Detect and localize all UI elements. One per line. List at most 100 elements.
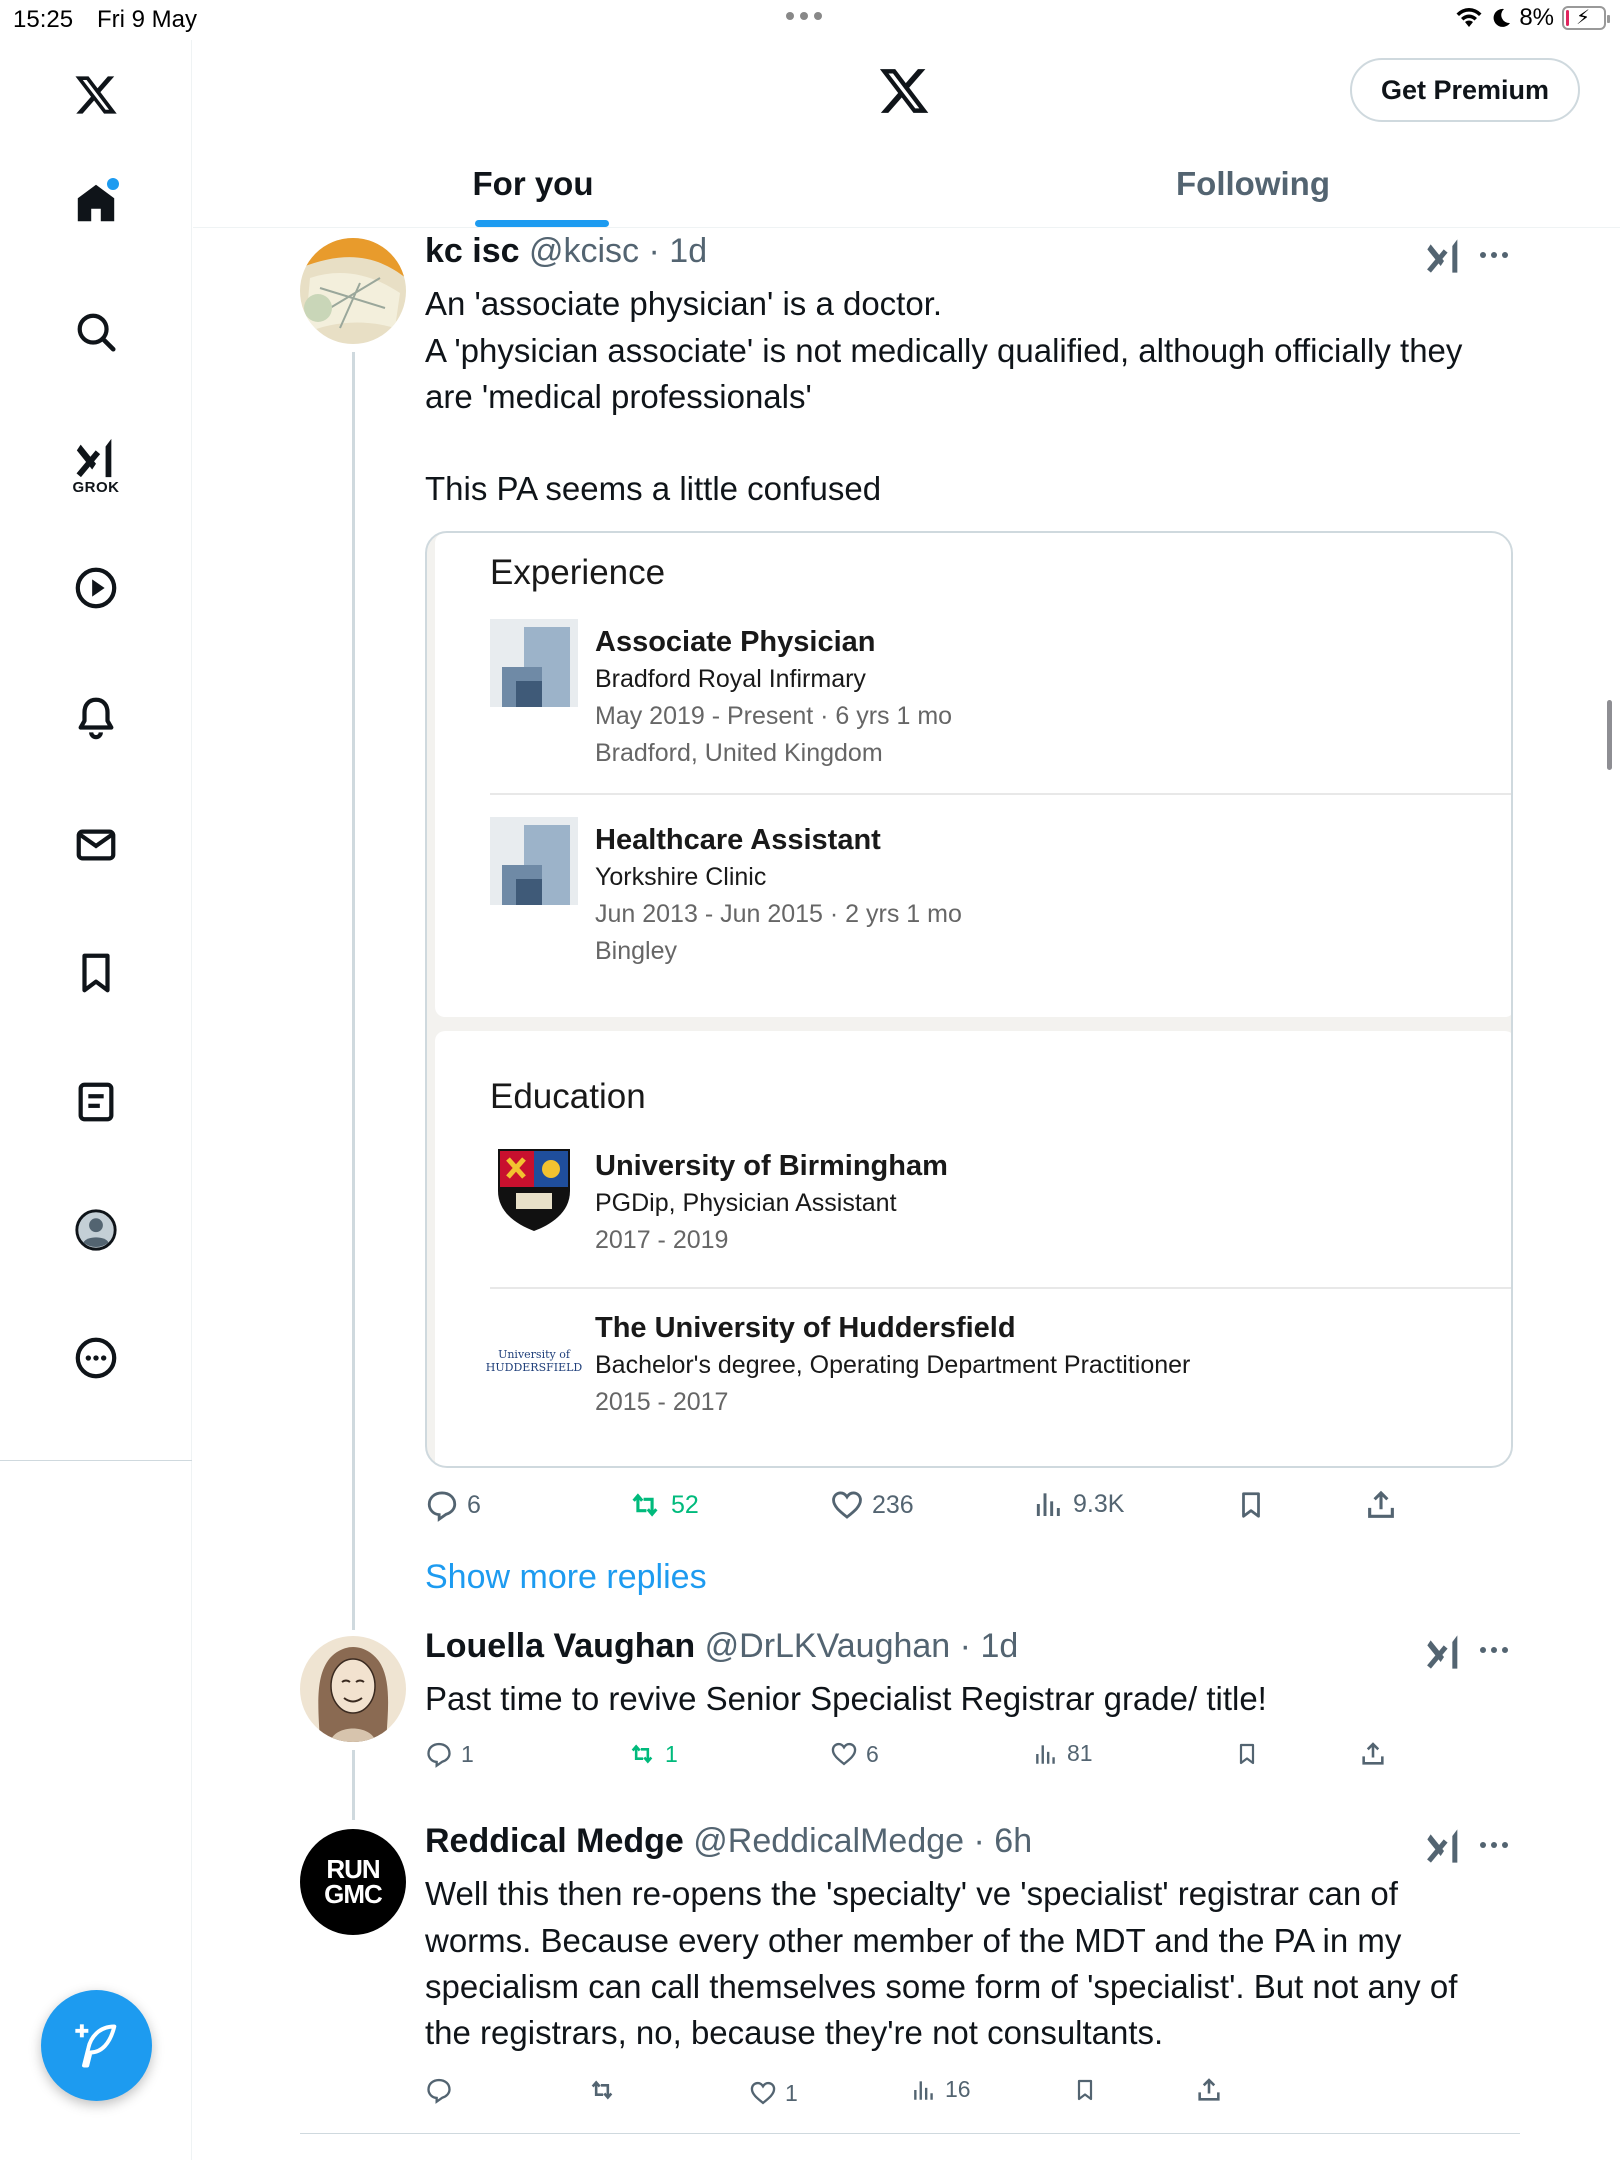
experience-title: Experience bbox=[490, 553, 666, 592]
huddersfield-logo: University of HUDDERSFIELD bbox=[485, 1348, 583, 1374]
x-logo-icon[interactable] bbox=[61, 60, 131, 130]
education-panel: Education University of Birmingham PGDip… bbox=[435, 1031, 1511, 1466]
search-icon[interactable] bbox=[61, 297, 131, 367]
author-handle[interactable]: @ReddicalMedge bbox=[693, 1822, 964, 1860]
show-more-replies-link[interactable]: Show more replies bbox=[425, 1558, 707, 1597]
education-dates: 2017 - 2019 bbox=[595, 1226, 729, 1254]
reply-button[interactable]: 6 bbox=[425, 1488, 481, 1522]
tweet-text-line: specialism can call themselves some form… bbox=[425, 1968, 1458, 2005]
avatar[interactable]: RUN GMC bbox=[300, 1829, 406, 1935]
more-options-icon[interactable] bbox=[1480, 245, 1514, 265]
grok-icon[interactable] bbox=[1424, 1826, 1464, 1866]
mail-icon[interactable] bbox=[61, 810, 131, 880]
bookmark-button[interactable] bbox=[1073, 2076, 1097, 2104]
like-button[interactable]: 236 bbox=[830, 1488, 914, 1522]
share-button[interactable] bbox=[1195, 2076, 1223, 2104]
repost-icon bbox=[591, 2080, 613, 2100]
compose-icon bbox=[74, 2023, 116, 2067]
divider bbox=[300, 2133, 1520, 2134]
tweet-text-line: are 'medical professionals' bbox=[425, 378, 812, 415]
views-button[interactable]: 16 bbox=[911, 2076, 971, 2103]
bookmark-icon[interactable] bbox=[61, 938, 131, 1008]
bookmark-icon bbox=[1242, 1492, 1260, 1518]
battery-percent: 8% bbox=[1519, 4, 1554, 31]
repost-button[interactable]: 1 bbox=[627, 1740, 678, 1768]
view-count: 9.3K bbox=[1073, 1489, 1125, 1518]
bell-icon[interactable] bbox=[61, 682, 131, 752]
tab-for-you[interactable]: For you bbox=[463, 140, 603, 228]
company-logo-icon bbox=[490, 619, 578, 707]
bookmark-button[interactable] bbox=[1236, 1488, 1266, 1522]
education-title: Education bbox=[490, 1077, 646, 1116]
share-button[interactable] bbox=[1359, 1740, 1387, 1768]
grok-icon[interactable] bbox=[1424, 1632, 1464, 1672]
tab-following[interactable]: Following bbox=[1153, 140, 1353, 228]
more-icon[interactable] bbox=[61, 1323, 131, 1393]
status-time: 15:25 bbox=[13, 6, 74, 33]
reply-count: 1 bbox=[461, 1740, 474, 1767]
repost-count: 1 bbox=[665, 1740, 678, 1767]
avatar[interactable] bbox=[300, 1636, 406, 1742]
share-icon bbox=[1362, 1742, 1384, 1765]
degree: PGDip, Physician Assistant bbox=[595, 1189, 897, 1217]
lists-icon[interactable] bbox=[61, 1067, 131, 1137]
reply-button[interactable]: 1 bbox=[425, 1740, 474, 1768]
author-handle[interactable]: @DrLKVaughan bbox=[705, 1627, 951, 1665]
tweet-text-line: This PA seems a little confused bbox=[425, 470, 882, 507]
like-button[interactable]: 6 bbox=[830, 1740, 879, 1768]
x-logo-icon[interactable] bbox=[877, 64, 931, 118]
job-org: Bradford Royal Infirmary bbox=[595, 665, 866, 693]
views-button[interactable]: 9.3K bbox=[1033, 1488, 1124, 1520]
repost-button[interactable] bbox=[587, 2076, 617, 2104]
grok-icon[interactable]: GROK bbox=[61, 420, 131, 510]
avatar-text: RUN GMC bbox=[324, 1854, 383, 1909]
author-name[interactable]: kc isc bbox=[425, 232, 520, 270]
views-icon bbox=[1036, 1744, 1055, 1764]
home-icon[interactable] bbox=[61, 168, 131, 238]
more-options-icon[interactable] bbox=[1480, 1640, 1514, 1660]
heart-icon bbox=[832, 1491, 862, 1519]
share-button[interactable] bbox=[1364, 1488, 1398, 1522]
tweet-time[interactable]: · 1d bbox=[649, 232, 708, 270]
views-button[interactable]: 81 bbox=[1033, 1740, 1093, 1767]
tweet-text-line: An 'associate physician' is a doctor. bbox=[425, 285, 943, 322]
thread-line bbox=[352, 352, 355, 1590]
school-name: The University of Huddersfield bbox=[595, 1312, 1016, 1344]
author-handle[interactable]: @kcisc bbox=[529, 232, 639, 270]
job-title: Healthcare Assistant bbox=[595, 824, 881, 856]
grok-icon[interactable] bbox=[1424, 236, 1464, 276]
education-entry: University of Birmingham PGDip, Physicia… bbox=[595, 1147, 948, 1259]
repost-button[interactable]: 52 bbox=[627, 1488, 699, 1522]
reply-icon bbox=[427, 1491, 457, 1522]
scrollbar[interactable] bbox=[1607, 700, 1612, 770]
multitasking-dots-icon[interactable] bbox=[786, 12, 822, 20]
thread-line bbox=[352, 1750, 355, 1820]
school-name: University of Birmingham bbox=[595, 1150, 948, 1182]
education-entry: The University of Huddersfield Bachelor'… bbox=[595, 1309, 1190, 1421]
author-name[interactable]: Reddical Medge bbox=[425, 1822, 684, 1860]
get-premium-button[interactable]: Get Premium bbox=[1350, 58, 1580, 122]
university-crest-icon bbox=[498, 1149, 570, 1231]
heart-icon bbox=[750, 2081, 776, 2105]
bookmark-button[interactable] bbox=[1235, 1740, 1259, 1768]
tweet-image[interactable]: Experience Associate Physician Bradford … bbox=[425, 531, 1513, 1468]
reply-count: 6 bbox=[467, 1490, 481, 1519]
share-icon bbox=[1368, 1490, 1394, 1518]
author-name[interactable]: Louella Vaughan bbox=[425, 1627, 695, 1665]
tweet-text-line: A 'physician associate' is not medically… bbox=[425, 332, 1463, 369]
education-dates: 2015 - 2017 bbox=[595, 1388, 729, 1416]
video-play-icon[interactable] bbox=[61, 553, 131, 623]
job-location: Bingley bbox=[595, 937, 677, 965]
job-location: Bradford, United Kingdom bbox=[595, 739, 883, 767]
like-button[interactable]: 1 bbox=[749, 2079, 798, 2107]
compose-button[interactable] bbox=[41, 1990, 152, 2101]
job-org: Yorkshire Clinic bbox=[595, 863, 767, 891]
view-count: 81 bbox=[1067, 1740, 1093, 1766]
more-options-icon[interactable] bbox=[1480, 1835, 1514, 1855]
profile-icon[interactable] bbox=[61, 1195, 131, 1265]
avatar[interactable] bbox=[300, 238, 406, 344]
tweet-time[interactable]: · 6h bbox=[974, 1822, 1033, 1860]
grok-label: GROK bbox=[72, 478, 120, 496]
reply-button[interactable] bbox=[425, 2076, 453, 2104]
tweet-time[interactable]: · 1d bbox=[960, 1627, 1019, 1665]
